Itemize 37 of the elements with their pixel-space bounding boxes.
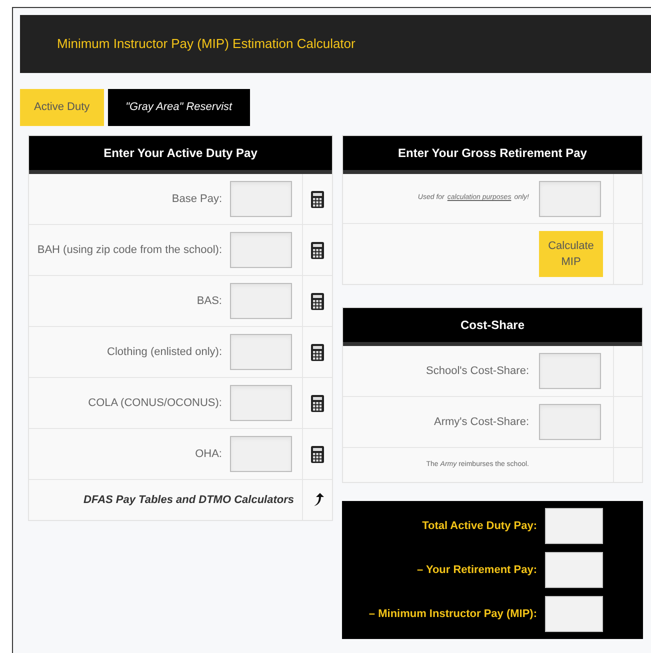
field-label: OHA:: [194, 446, 223, 462]
input-field[interactable]: [230, 232, 292, 268]
field-label: BAH (using zip code from the school):: [36, 242, 223, 258]
input-field[interactable]: [539, 404, 601, 440]
field-label: School's Cost-Share:: [425, 364, 530, 379]
result-label: Total Active Duty Pay:: [421, 518, 538, 534]
panel-header: Enter Your Active Duty Pay: [29, 136, 332, 174]
input-field[interactable]: [539, 180, 601, 216]
input-field[interactable]: [539, 353, 601, 389]
field-label: Army's Cost-Share:: [432, 414, 530, 430]
input-field[interactable]: [545, 552, 603, 588]
result-label: – Minimum Instructor Pay (MIP):: [368, 606, 538, 622]
calculator-icon[interactable]: [311, 394, 324, 412]
pay-tables-link[interactable]: DFAS Pay Tables and DTMO Calculators: [29, 492, 302, 508]
input-field[interactable]: [545, 508, 603, 544]
result-label: – Your Retirement Pay:: [416, 562, 538, 578]
calculator-icon[interactable]: [311, 242, 324, 258]
input-field[interactable]: [230, 334, 292, 370]
panel-header: Cost-Share: [343, 308, 642, 346]
calculator-icon[interactable]: [311, 292, 324, 310]
calculate-button[interactable]: Calculate MIP: [539, 231, 603, 277]
input-field[interactable]: [230, 436, 292, 472]
tab[interactable]: Active Duty: [20, 89, 104, 126]
input-field[interactable]: [230, 385, 292, 421]
tab[interactable]: "Gray Area" Reservist: [108, 89, 250, 126]
panel-header: Enter Your Gross Retirement Pay: [343, 136, 642, 174]
field-label: Base Pay:: [170, 192, 223, 207]
calculator-icon[interactable]: [311, 446, 324, 462]
field-label: COLA (CONUS/OCONUS):: [87, 396, 223, 411]
page-title: Minimum Instructor Pay (MIP) Estimation Calculator: [57, 35, 356, 54]
field-label: BAS:: [196, 294, 223, 309]
field-label: Clothing (enlisted only):: [106, 344, 223, 360]
input-field[interactable]: [230, 181, 292, 217]
calculator-icon[interactable]: [311, 190, 324, 208]
input-field[interactable]: [230, 283, 292, 319]
calculator-icon[interactable]: [311, 344, 324, 360]
input-field[interactable]: [545, 596, 603, 632]
